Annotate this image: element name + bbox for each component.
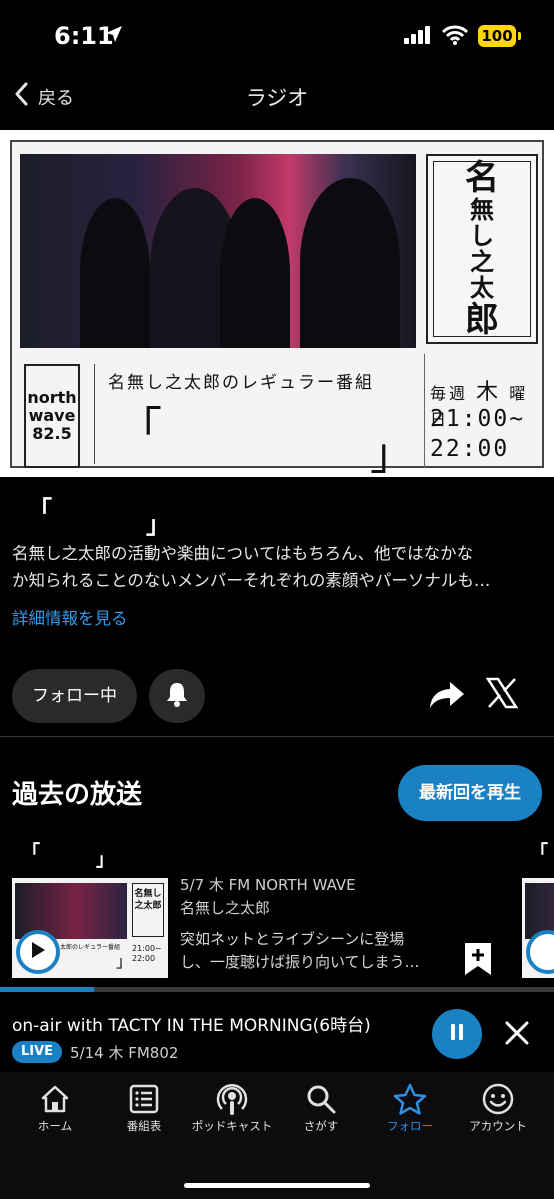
tab-podcast[interactable]: ポッドキャスト	[187, 1080, 277, 1134]
logo-char: 名	[465, 158, 499, 198]
program-banner-image: 名 無 し 之 太 郎 north wave 82.5 名無し之太郎のレギュラー…	[0, 130, 554, 480]
band-member-figure	[80, 198, 150, 348]
artist-logo: 名 無 し 之 太 郎	[426, 154, 538, 344]
band-photo	[20, 154, 416, 348]
time-end: 22:00	[430, 436, 510, 462]
smiley-icon	[453, 1080, 543, 1118]
schedule-day: 木	[476, 380, 502, 405]
banner-subtitle: 名無し之太郎のレギュラー番組	[108, 373, 374, 393]
now-playing-meta: 5/14 木 FM802	[70, 1044, 179, 1062]
thumbnail-bracket: 」	[116, 952, 133, 971]
band-member-figure	[220, 198, 290, 348]
episode-description: 突如ネットとライブシーンに登場 し、一度聴けば振り向いてしまう…	[180, 928, 426, 974]
notification-button[interactable]	[149, 669, 205, 723]
logo-char: し	[470, 221, 494, 250]
banner-divider	[94, 364, 95, 464]
signal-icon	[404, 26, 432, 48]
artist-logo-text: 名 無 し 之 太 郎	[433, 158, 531, 340]
search-icon	[276, 1080, 366, 1118]
play-icon	[30, 941, 46, 963]
next-episode-title: 「	[530, 842, 548, 863]
x-logo-icon[interactable]	[485, 677, 519, 713]
description-line: 名無し之太郎の活動や楽曲についてはもちろん、他ではなかな	[12, 544, 474, 563]
nav-bar: 戻る ラジオ	[0, 72, 554, 122]
tab-bar: ホーム 番組表 ポッドキャスト さがす フォロー アカウント	[0, 1072, 554, 1199]
tab-label: ポッドキャスト	[191, 1119, 273, 1133]
chevron-left-icon	[14, 82, 28, 111]
banner-bracket-close: 」	[370, 429, 414, 480]
section-divider	[0, 736, 554, 737]
logo-char: 無	[470, 195, 494, 224]
location-arrow-icon	[104, 24, 124, 48]
fm-logo-line: wave	[28, 406, 76, 425]
bell-icon	[165, 681, 189, 711]
add-to-playlist-icon[interactable]	[464, 942, 492, 980]
program-description: 名無し之太郎の活動や楽曲についてはもちろん、他ではなかな か知られることのないメ…	[12, 540, 544, 594]
podcast-icon	[187, 1080, 277, 1118]
thumbnail-subtitle: 太郎のレギュラー番組	[60, 944, 121, 951]
wifi-icon	[441, 25, 469, 49]
episode-desc-line: 突如ネットとライブシーンに登場	[180, 930, 405, 948]
home-icon	[10, 1080, 100, 1118]
page-title: ラジオ	[245, 86, 309, 110]
logo-char: 郎	[465, 300, 499, 340]
live-badge: LIVE	[12, 1041, 62, 1063]
band-member-figure	[300, 178, 400, 348]
tab-label: フォロー	[387, 1119, 433, 1133]
fm-logo-line: north	[27, 388, 77, 407]
back-button[interactable]: 戻る	[14, 82, 74, 111]
episode-desc-line: し、一度聴けば振り向いてしまう…	[180, 953, 420, 971]
battery-icon: 100	[478, 25, 516, 47]
logo-char: 之	[470, 247, 494, 276]
description-line: か知られることのないメンバーそれぞれの素顔やパーソナルも…	[12, 571, 491, 590]
follow-button[interactable]: フォロー中	[12, 669, 137, 723]
status-bar: 6:11 100	[0, 0, 554, 72]
now-playing-title: on-air with TACTY IN THE MORNING(6時台)	[12, 1016, 371, 1036]
schedule-prefix: 毎週	[430, 384, 469, 403]
pause-button[interactable]	[432, 1009, 482, 1059]
banner-schedule-time: 21:00~ 22:00	[430, 404, 525, 464]
tab-label: アカウント	[469, 1119, 527, 1133]
star-icon	[365, 1080, 455, 1118]
program-title-open: 「	[28, 496, 52, 524]
share-icon[interactable]	[428, 680, 466, 714]
battery-nub	[518, 32, 521, 40]
episode-meta: 5/7 木 FM NORTH WAVE	[180, 876, 356, 894]
close-icon[interactable]	[500, 1016, 534, 1054]
banner-frame: 名 無 し 之 太 郎 north wave 82.5 名無し之太郎のレギュラー…	[10, 140, 544, 480]
tab-schedule[interactable]: 番組表	[99, 1080, 189, 1134]
time-start: 21:00~	[430, 406, 526, 432]
logo-char: 太	[470, 273, 494, 302]
tab-label: 番組表	[126, 1119, 162, 1133]
details-link[interactable]: 詳細情報を見る	[12, 605, 128, 629]
tab-search[interactable]: さがす	[276, 1080, 366, 1134]
episode-artist: 名無し之太郎	[180, 899, 271, 917]
episode-play-button[interactable]	[16, 930, 60, 974]
play-latest-button[interactable]: 最新回を再生	[398, 765, 542, 821]
episode-title-open: 「	[22, 842, 40, 863]
home-indicator	[184, 1183, 370, 1188]
tab-account[interactable]: アカウント	[453, 1080, 543, 1134]
fm-logo-line: 82.5	[32, 424, 72, 443]
list-icon	[99, 1080, 189, 1118]
pause-icon	[449, 1023, 465, 1045]
tab-label: ホーム	[37, 1119, 73, 1133]
tab-label: さがす	[303, 1119, 339, 1133]
banner-bracket-open: 「	[118, 403, 162, 454]
tab-follow[interactable]: フォロー	[365, 1080, 455, 1134]
thumbnail-time: 21:00~ 22:00	[132, 944, 162, 963]
back-label: 戻る	[38, 87, 74, 109]
tab-home[interactable]: ホーム	[10, 1080, 100, 1134]
banner-divider	[424, 354, 425, 468]
fm-north-wave-logo: north wave 82.5	[24, 364, 80, 468]
program-title-close: 」	[146, 511, 170, 539]
episode-title-close: 」	[96, 850, 114, 871]
past-broadcasts-heading: 過去の放送	[12, 780, 143, 810]
thumbnail-logo: 名無し之太郎	[132, 883, 164, 937]
